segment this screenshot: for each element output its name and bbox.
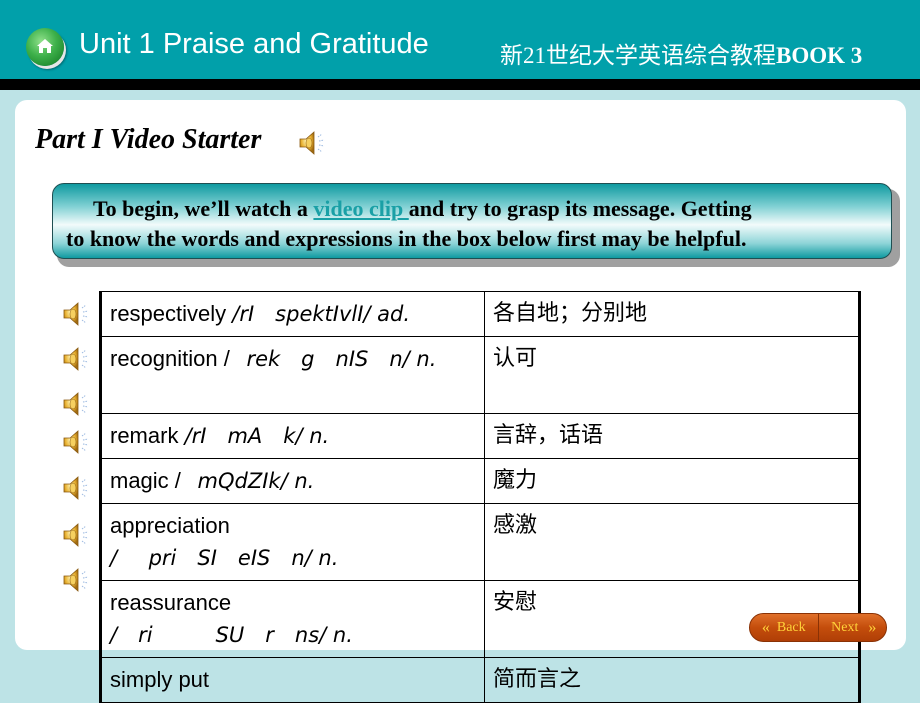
- speaker-icon[interactable]: [61, 520, 91, 550]
- table-row: recognition / rek g nIS n/ n. 认可: [100, 336, 860, 414]
- word: reassurance: [110, 590, 232, 615]
- next-button[interactable]: Next »: [819, 614, 887, 641]
- intro-text: To begin, we’ll watch a video clip and t…: [66, 194, 886, 254]
- word-cell: reassurance / ri SU r ns/ n.: [100, 580, 485, 658]
- word: appreciation: [110, 513, 230, 538]
- meaning-cell: 认可: [484, 336, 860, 414]
- speaker-icon[interactable]: [61, 565, 91, 595]
- meaning-cell: 简而言之: [484, 657, 860, 703]
- word: respectively: [110, 301, 233, 326]
- speaker-icon[interactable]: [61, 389, 91, 419]
- table-row: appreciation / pri SI eIS n/ n. 感激: [100, 503, 860, 581]
- video-clip-link[interactable]: video clip: [313, 196, 408, 221]
- unit-title: Unit 1 Praise and Gratitude: [79, 28, 429, 60]
- word-cell: appreciation / pri SI eIS n/ n.: [100, 503, 485, 581]
- speaker-icon[interactable]: [61, 473, 91, 503]
- word: remark: [110, 423, 185, 448]
- intro-line2: to know the words and expressions in the…: [66, 226, 747, 251]
- meaning-cell: 各自地；分别地: [484, 291, 860, 337]
- word-cell: simply put: [100, 657, 485, 703]
- vocabulary-table: respectively /rI spektIvlI/ ad. 各自地；分别地 …: [99, 291, 861, 703]
- book-title: 新21世纪大学英语综合教程BOOK 3: [500, 36, 862, 70]
- home-button[interactable]: [26, 28, 64, 66]
- section-title: Part I Video Starter: [35, 124, 262, 155]
- home-icon: [37, 39, 53, 53]
- word-cell: respectively /rI spektIvlI/ ad.: [100, 291, 485, 337]
- table-row: reassurance / ri SU r ns/ n. 安慰: [100, 580, 860, 658]
- double-chevron-right-icon: »: [868, 618, 876, 636]
- intro-line1-before: To begin, we’ll watch a: [93, 196, 314, 221]
- meaning-cell: 感激: [484, 503, 860, 581]
- book-title-cn: 新21世纪大学英语综合教程: [500, 43, 776, 68]
- table-row: remark /rI mA k/ n. 言辞，话语: [100, 413, 860, 459]
- word: magic /: [110, 468, 188, 493]
- navigation-buttons: « Back Next »: [749, 613, 887, 642]
- table-row: respectively /rI spektIvlI/ ad. 各自地；分别地: [100, 291, 860, 337]
- word: recognition /: [110, 346, 236, 371]
- word: simply put: [110, 667, 210, 692]
- phonetic: /rI spektIvlI/ ad.: [232, 302, 411, 326]
- phonetic: mQdZIk/ n.: [187, 469, 315, 493]
- speaker-icon[interactable]: [61, 427, 91, 457]
- table-row: magic / mQdZIk/ n. 魔力: [100, 458, 860, 504]
- word-cell: recognition / rek g nIS n/ n.: [100, 336, 485, 414]
- header-divider: [0, 79, 920, 90]
- meaning-cell: 言辞，话语: [484, 413, 860, 459]
- phonetic: / pri SI eIS n/ n.: [110, 546, 339, 570]
- word-cell: magic / mQdZIk/ n.: [100, 458, 485, 504]
- book-title-en: BOOK 3: [776, 43, 863, 68]
- double-chevron-left-icon: «: [761, 618, 770, 636]
- back-label: Back: [776, 619, 806, 635]
- speaker-icon[interactable]: [61, 344, 91, 374]
- back-button[interactable]: « Back: [750, 614, 819, 641]
- phonetic: / ri SU r ns/ n.: [110, 623, 353, 647]
- phonetic: /rI mA k/ n.: [184, 424, 330, 448]
- word-cell: remark /rI mA k/ n.: [100, 413, 485, 459]
- table-row: simply put 简而言之: [100, 657, 860, 703]
- speaker-icon[interactable]: [61, 299, 91, 329]
- next-label: Next: [831, 619, 859, 635]
- intro-line1-after: and try to grasp its message. Getting: [408, 196, 752, 221]
- meaning-cell: 魔力: [484, 458, 860, 504]
- phonetic: rek g nIS n/ n.: [235, 347, 437, 371]
- speaker-icon[interactable]: [297, 128, 327, 158]
